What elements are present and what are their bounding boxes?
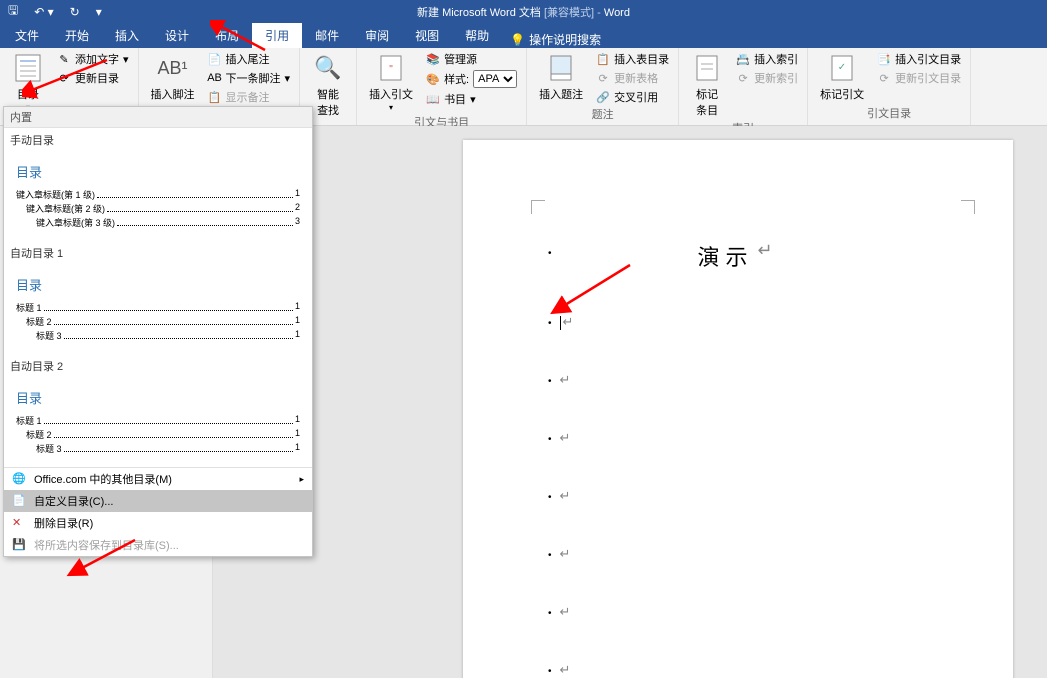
toa-group-label: 引文目录 bbox=[814, 105, 964, 123]
group-index: 标记 条目 📇插入索引 ⟳更新索引 索引 bbox=[679, 48, 808, 125]
citation-icon: " bbox=[375, 52, 407, 84]
tab-file[interactable]: 文件 bbox=[2, 23, 52, 48]
insert-toa-button[interactable]: 📑插入引文目录 bbox=[874, 50, 964, 68]
update-toa-icon: ⟳ bbox=[877, 71, 891, 85]
annotation-arrow bbox=[210, 20, 270, 55]
page-icon: 📄 bbox=[12, 494, 26, 508]
save-icon: 💾 bbox=[12, 538, 26, 552]
auto-toc-1-option[interactable]: 目录 标题 11标题 21标题 31 bbox=[10, 268, 306, 346]
remove-toc[interactable]: ✕ 删除目录(R) bbox=[4, 512, 312, 534]
paragraph[interactable]: •↵ bbox=[548, 488, 928, 504]
annotation-arrow bbox=[60, 535, 140, 580]
insert-toa-icon: 📑 bbox=[877, 52, 891, 66]
annotation-arrow bbox=[22, 55, 112, 100]
document-area: • 演示↵ •↵•↵•↵•↵•↵•↵•↵ bbox=[213, 126, 1047, 678]
auto-toc-2-option[interactable]: 目录 标题 11标题 21标题 31 bbox=[10, 381, 306, 459]
delete-icon: ✕ bbox=[12, 516, 26, 530]
titlebar: 🖫 ↶ ▾ ↻ ▾ 新建 Microsoft Word 文档 [兼容模式] - … bbox=[0, 0, 1047, 23]
update-table-button: ⟳更新表格 bbox=[593, 69, 672, 87]
next-footnote-button[interactable]: AB下一条脚注 ▾ bbox=[205, 69, 294, 87]
paragraph[interactable]: •↵ bbox=[548, 604, 928, 620]
mark-entry-button[interactable]: 标记 条目 bbox=[685, 50, 729, 120]
paragraph[interactable]: •↵ bbox=[548, 662, 928, 678]
auto-toc-2-label: 自动目录 2 bbox=[4, 354, 312, 378]
globe-icon: 🌐 bbox=[12, 472, 26, 486]
customize-qat[interactable]: ▾ bbox=[92, 3, 106, 21]
save-icon[interactable]: 🖫 bbox=[4, 0, 22, 24]
undo-button[interactable]: ↶ ▾ bbox=[30, 3, 57, 21]
paragraph-mark-icon: ↵ bbox=[757, 240, 778, 272]
show-notes-button: 📋显示备注 bbox=[205, 88, 294, 106]
svg-text:✓: ✓ bbox=[838, 62, 846, 73]
tab-home[interactable]: 开始 bbox=[52, 23, 102, 48]
toc-dropdown: 内置 手动目录 目录 键入章标题(第 1 级)1键入章标题(第 2 级)2键入章… bbox=[3, 106, 313, 557]
paragraph[interactable]: •↵ bbox=[548, 546, 928, 562]
insert-caption-button[interactable]: 插入题注 bbox=[533, 50, 589, 104]
tab-view[interactable]: 视图 bbox=[402, 23, 452, 48]
update-table-icon: ⟳ bbox=[596, 71, 610, 85]
tof-icon: 📋 bbox=[596, 52, 610, 66]
cross-reference-button[interactable]: 🔗交叉引用 bbox=[593, 88, 672, 106]
citation-style[interactable]: 🎨样式: APA bbox=[423, 69, 520, 89]
manage-icon: 📚 bbox=[426, 52, 440, 66]
caption-group-label: 题注 bbox=[533, 106, 672, 124]
crossref-icon: 🔗 bbox=[596, 90, 610, 104]
auto-toc-1-label: 自动目录 1 bbox=[4, 241, 312, 265]
margin-corner bbox=[961, 200, 975, 214]
save-to-gallery: 💾 将所选内容保存到目录库(S)... bbox=[4, 534, 312, 556]
redo-button[interactable]: ↻ bbox=[66, 3, 84, 21]
insert-index-button[interactable]: 📇插入索引 bbox=[733, 50, 801, 68]
tab-design[interactable]: 设计 bbox=[152, 23, 202, 48]
style-select[interactable]: APA bbox=[473, 70, 517, 88]
footnote-icon: AB¹ bbox=[157, 52, 189, 84]
paragraph[interactable]: •↵ bbox=[548, 314, 928, 330]
bibliography-button[interactable]: 📖书目 ▾ bbox=[423, 90, 520, 108]
annotation-arrow bbox=[550, 260, 640, 315]
group-caption: 插入题注 📋插入表目录 ⟳更新表格 🔗交叉引用 题注 bbox=[527, 48, 679, 125]
next-icon: AB bbox=[208, 71, 222, 85]
update-index-icon: ⟳ bbox=[736, 71, 750, 85]
manual-toc-option[interactable]: 目录 键入章标题(第 1 级)1键入章标题(第 2 级)2键入章标题(第 3 级… bbox=[10, 155, 306, 233]
tab-insert[interactable]: 插入 bbox=[102, 23, 152, 48]
margin-corner bbox=[531, 200, 545, 214]
manage-sources-button[interactable]: 📚管理源 bbox=[423, 50, 520, 68]
office-com-toc[interactable]: 🌐 Office.com 中的其他目录(M) ▸ bbox=[4, 468, 312, 490]
insert-index-icon: 📇 bbox=[736, 52, 750, 66]
style-icon: 🎨 bbox=[426, 72, 440, 86]
mark-citation-button[interactable]: ✓ 标记引文 bbox=[814, 50, 870, 104]
document-page[interactable]: • 演示↵ •↵•↵•↵•↵•↵•↵•↵ bbox=[463, 140, 1013, 678]
show-icon: 📋 bbox=[208, 90, 222, 104]
update-index-button: ⟳更新索引 bbox=[733, 69, 801, 87]
caption-icon bbox=[545, 52, 577, 84]
ribbon-tabs: 文件 开始 插入 设计 布局 引用 邮件 审阅 视图 帮助 💡 操作说明搜索 bbox=[0, 23, 1047, 48]
tellme-search[interactable]: 💡 操作说明搜索 bbox=[510, 31, 601, 48]
biblio-icon: 📖 bbox=[426, 92, 440, 106]
paragraph[interactable]: •↵ bbox=[548, 430, 928, 446]
mark-entry-icon bbox=[691, 52, 723, 84]
window-title: 新建 Microsoft Word 文档 [兼容模式] - Word bbox=[417, 4, 630, 20]
group-toa: ✓ 标记引文 📑插入引文目录 ⟳更新引文目录 引文目录 bbox=[808, 48, 971, 125]
manual-toc-label: 手动目录 bbox=[4, 128, 312, 152]
chevron-right-icon: ▸ bbox=[299, 474, 304, 485]
svg-text:": " bbox=[389, 64, 393, 75]
insert-table-of-figures-button[interactable]: 📋插入表目录 bbox=[593, 50, 672, 68]
update-toa-button: ⟳更新引文目录 bbox=[874, 69, 964, 87]
dropdown-header: 内置 bbox=[4, 107, 312, 128]
mark-citation-icon: ✓ bbox=[826, 52, 858, 84]
paragraph[interactable]: •↵ bbox=[548, 372, 928, 388]
group-citation: " 插入引文 ▾ 📚管理源 🎨样式: APA 📖书目 ▾ 引文与书目 bbox=[357, 48, 527, 125]
insert-citation-button[interactable]: " 插入引文 ▾ bbox=[363, 50, 419, 114]
tab-review[interactable]: 审阅 bbox=[352, 23, 402, 48]
tab-mailings[interactable]: 邮件 bbox=[302, 23, 352, 48]
insert-footnote-button[interactable]: AB¹ 插入脚注 bbox=[145, 50, 201, 104]
custom-toc[interactable]: 📄 自定义目录(C)... bbox=[4, 490, 312, 512]
lightbulb-icon: 💡 bbox=[510, 33, 525, 47]
search-icon: 🔍 bbox=[312, 52, 344, 84]
tab-help[interactable]: 帮助 bbox=[452, 23, 502, 48]
